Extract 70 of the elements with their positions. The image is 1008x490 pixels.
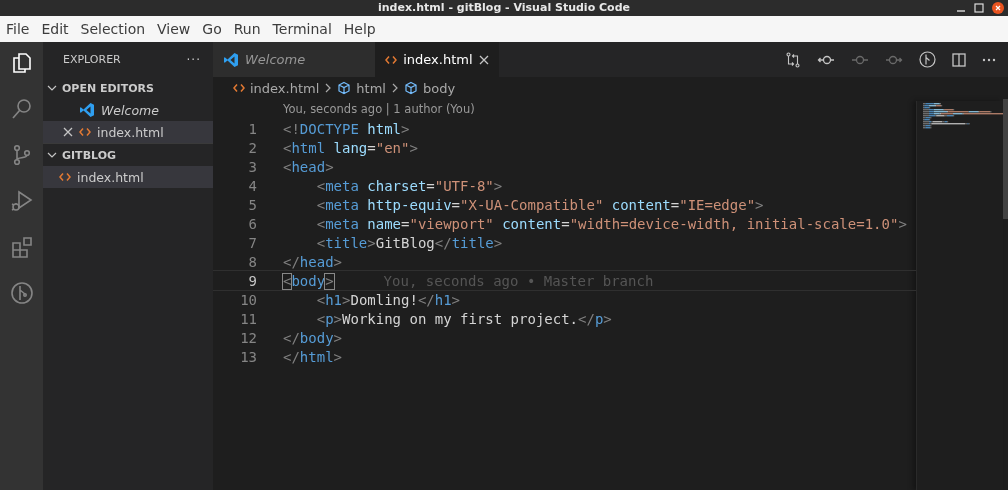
line-number: 2 — [247, 139, 258, 156]
chevron-icon — [390, 83, 399, 93]
code-line: <meta name="viewport" content="width=device-width, initial-scale=1.0"> — [315, 215, 907, 232]
html-file-icon — [59, 172, 71, 182]
line-number: 9 — [247, 272, 258, 289]
code-line: </head> — [283, 253, 342, 270]
line-number: 5 — [247, 196, 258, 213]
menu-item[interactable]: Run — [227, 16, 267, 42]
chevron-icon — [324, 83, 333, 93]
search-icon[interactable] — [9, 97, 34, 121]
more-icon[interactable] — [982, 57, 996, 62]
maximize-icon[interactable] — [974, 3, 984, 13]
menu-item[interactable]: File — [0, 16, 36, 42]
vscode-logo-icon — [223, 51, 239, 68]
editor-tab[interactable]: index.html — [375, 42, 499, 77]
explorer-tree-entry[interactable]: index.html — [43, 166, 213, 188]
code-line: <p>Working on my first project.</p> — [315, 310, 612, 327]
codelens-text[interactable]: You, seconds ago | 1 author (You) — [283, 99, 475, 119]
code-line: <title>GitBlog</title> — [315, 234, 503, 251]
html-file-icon — [385, 54, 398, 65]
cube-icon — [403, 81, 418, 95]
menu-item[interactable]: Edit — [35, 16, 75, 42]
code-line: <meta charset="UTF-8"> — [315, 177, 503, 194]
extensions-icon[interactable] — [9, 235, 34, 259]
scrollbar-thumb[interactable] — [1003, 99, 1008, 219]
line-number: 1 — [247, 120, 258, 137]
menu-item[interactable]: Selection — [74, 16, 152, 42]
cube-icon — [337, 81, 352, 95]
open-editor-entry[interactable]: index.html — [43, 121, 213, 143]
menu-item[interactable]: Terminal — [266, 16, 338, 42]
section-header[interactable]: GITBLOG — [62, 148, 116, 162]
code-line: <!DOCTYPE html> — [283, 120, 410, 137]
open-editor-entry[interactable]: Welcome — [43, 99, 213, 121]
line-number: 8 — [247, 253, 258, 270]
line-number: 7 — [247, 234, 258, 251]
code-line: <head> — [283, 158, 334, 175]
breadcrumb-item[interactable]: index.html — [250, 80, 320, 96]
html-file-icon — [233, 83, 245, 93]
git-graph-icon[interactable] — [919, 51, 936, 68]
vscode-logo-icon — [79, 102, 95, 118]
git-graph-icon[interactable] — [9, 281, 34, 305]
line-number: 6 — [247, 215, 258, 232]
line-number: 13 — [239, 348, 258, 365]
close-icon[interactable] — [63, 127, 73, 137]
breadcrumb-item[interactable]: html — [356, 80, 386, 96]
line-number: 11 — [239, 310, 258, 327]
code-line: <html lang="en"> — [283, 139, 418, 156]
menu-item[interactable]: Help — [337, 16, 382, 42]
line-number: 10 — [239, 291, 258, 308]
section-header[interactable]: OPEN EDITORS — [62, 81, 154, 95]
sidebar-title: EXPLORER — [63, 53, 122, 66]
window-title: index.html - gitBlog - Visual Studio Code — [378, 0, 630, 16]
close-icon[interactable] — [478, 54, 489, 65]
code-line: <h1>Domling!</h1> — [315, 291, 461, 308]
line-number: 12 — [239, 329, 258, 346]
line-number: 4 — [247, 177, 258, 194]
close-icon[interactable] — [992, 2, 1004, 14]
compare-changes-icon[interactable] — [785, 51, 801, 68]
split-editor-icon[interactable] — [952, 52, 966, 67]
menu-item[interactable]: Go — [196, 16, 228, 42]
run-debug-icon[interactable] — [9, 189, 34, 213]
code-line: </body> — [283, 329, 342, 346]
line-number: 3 — [247, 158, 258, 175]
code-line: </html> — [283, 348, 342, 365]
more-actions[interactable]: ··· — [186, 52, 201, 67]
breadcrumb-item[interactable]: body — [422, 80, 456, 96]
html-file-icon — [79, 127, 91, 137]
menu-item[interactable]: View — [151, 16, 197, 42]
editor-tab[interactable]: Welcome — [213, 42, 376, 77]
code-line: <meta http-equiv="X-UA-Compatible" content="IE=edge"> — [315, 196, 764, 213]
